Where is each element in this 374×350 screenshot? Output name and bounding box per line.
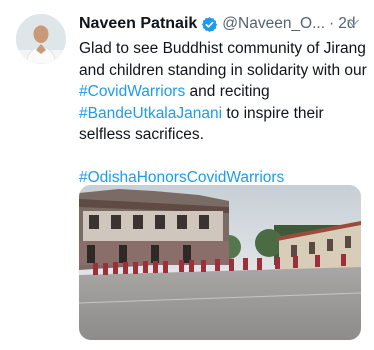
separator-dot: · [329, 15, 335, 32]
tweet-paragraph: Glad to see Buddhist community of Jirang… [79, 38, 371, 146]
tweet-text: Glad to see Buddhist community of Jirang… [79, 38, 371, 188]
avatar[interactable] [16, 14, 66, 64]
hashtag-odishahonorscovidwarriors[interactable]: #OdishaHonorsCovidWarriors [79, 169, 284, 186]
monastery-photo [79, 185, 361, 340]
hashtag-covidwarriors[interactable]: #CovidWarriors [79, 83, 185, 100]
tweet-text-part1: Glad to see Buddhist community of Jirang… [79, 40, 367, 79]
tweet-text-part2: and reciting [185, 83, 270, 100]
verified-badge-icon [201, 16, 218, 33]
avatar-image [16, 14, 66, 64]
hashtag-bandeutkalajanani[interactable]: #BandeUtkalaJanani [79, 105, 222, 122]
tweet-media-photo[interactable] [79, 185, 361, 340]
author-handle[interactable]: @Naveen_O... [222, 15, 325, 33]
tweet-header: Naveen Patnaik @Naveen_O... · 2d [79, 13, 366, 35]
author-name[interactable]: Naveen Patnaik [79, 15, 197, 33]
chevron-down-icon[interactable] [344, 14, 362, 32]
tweet[interactable]: Naveen Patnaik @Naveen_O... · 2d Glad to… [0, 0, 374, 350]
